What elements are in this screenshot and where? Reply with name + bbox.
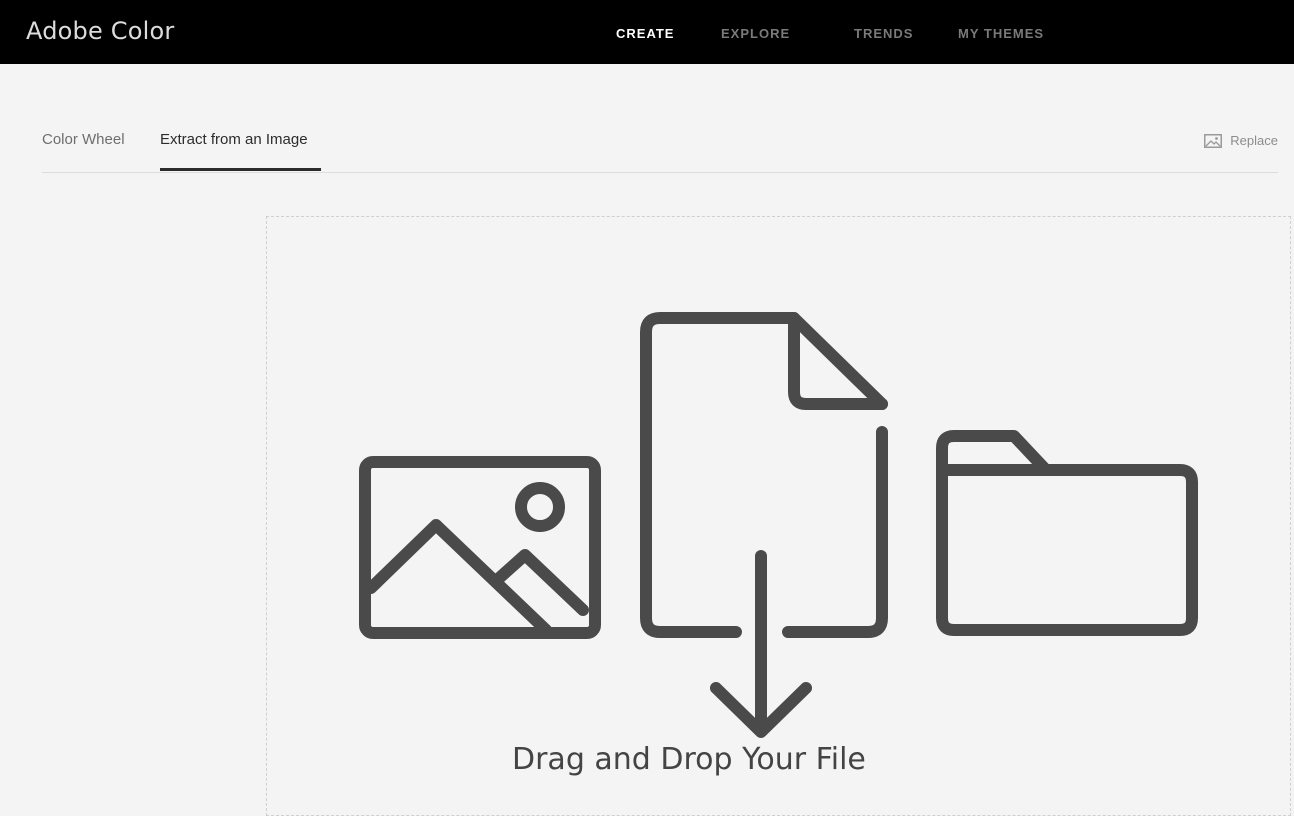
nav-trends[interactable]: TRENDS <box>854 26 913 41</box>
replace-label: Replace <box>1230 133 1278 148</box>
folder-icon <box>936 430 1198 636</box>
drop-illustration <box>359 312 1198 738</box>
nav-create[interactable]: CREATE <box>616 26 674 41</box>
tab-color-wheel[interactable]: Color Wheel <box>42 131 125 148</box>
drop-instruction-text: Drag and Drop Your File <box>512 742 866 777</box>
replace-button[interactable]: Replace <box>1204 131 1278 148</box>
nav-my-themes[interactable]: MY THEMES <box>958 26 1044 41</box>
tab-extract-from-image[interactable]: Extract from an Image <box>160 131 308 148</box>
top-navigation-bar: Adobe Color CREATE EXPLORE TRENDS MY THE… <box>0 0 1294 64</box>
app-title[interactable]: Adobe Color <box>26 17 174 45</box>
image-thumbnail-icon <box>1204 134 1223 148</box>
active-tab-indicator <box>160 168 321 171</box>
image-icon <box>359 456 601 639</box>
create-mode-tabs: Color Wheel Extract from an Image Replac… <box>42 100 1278 173</box>
file-download-icon <box>640 312 888 738</box>
nav-explore[interactable]: EXPLORE <box>721 26 790 41</box>
